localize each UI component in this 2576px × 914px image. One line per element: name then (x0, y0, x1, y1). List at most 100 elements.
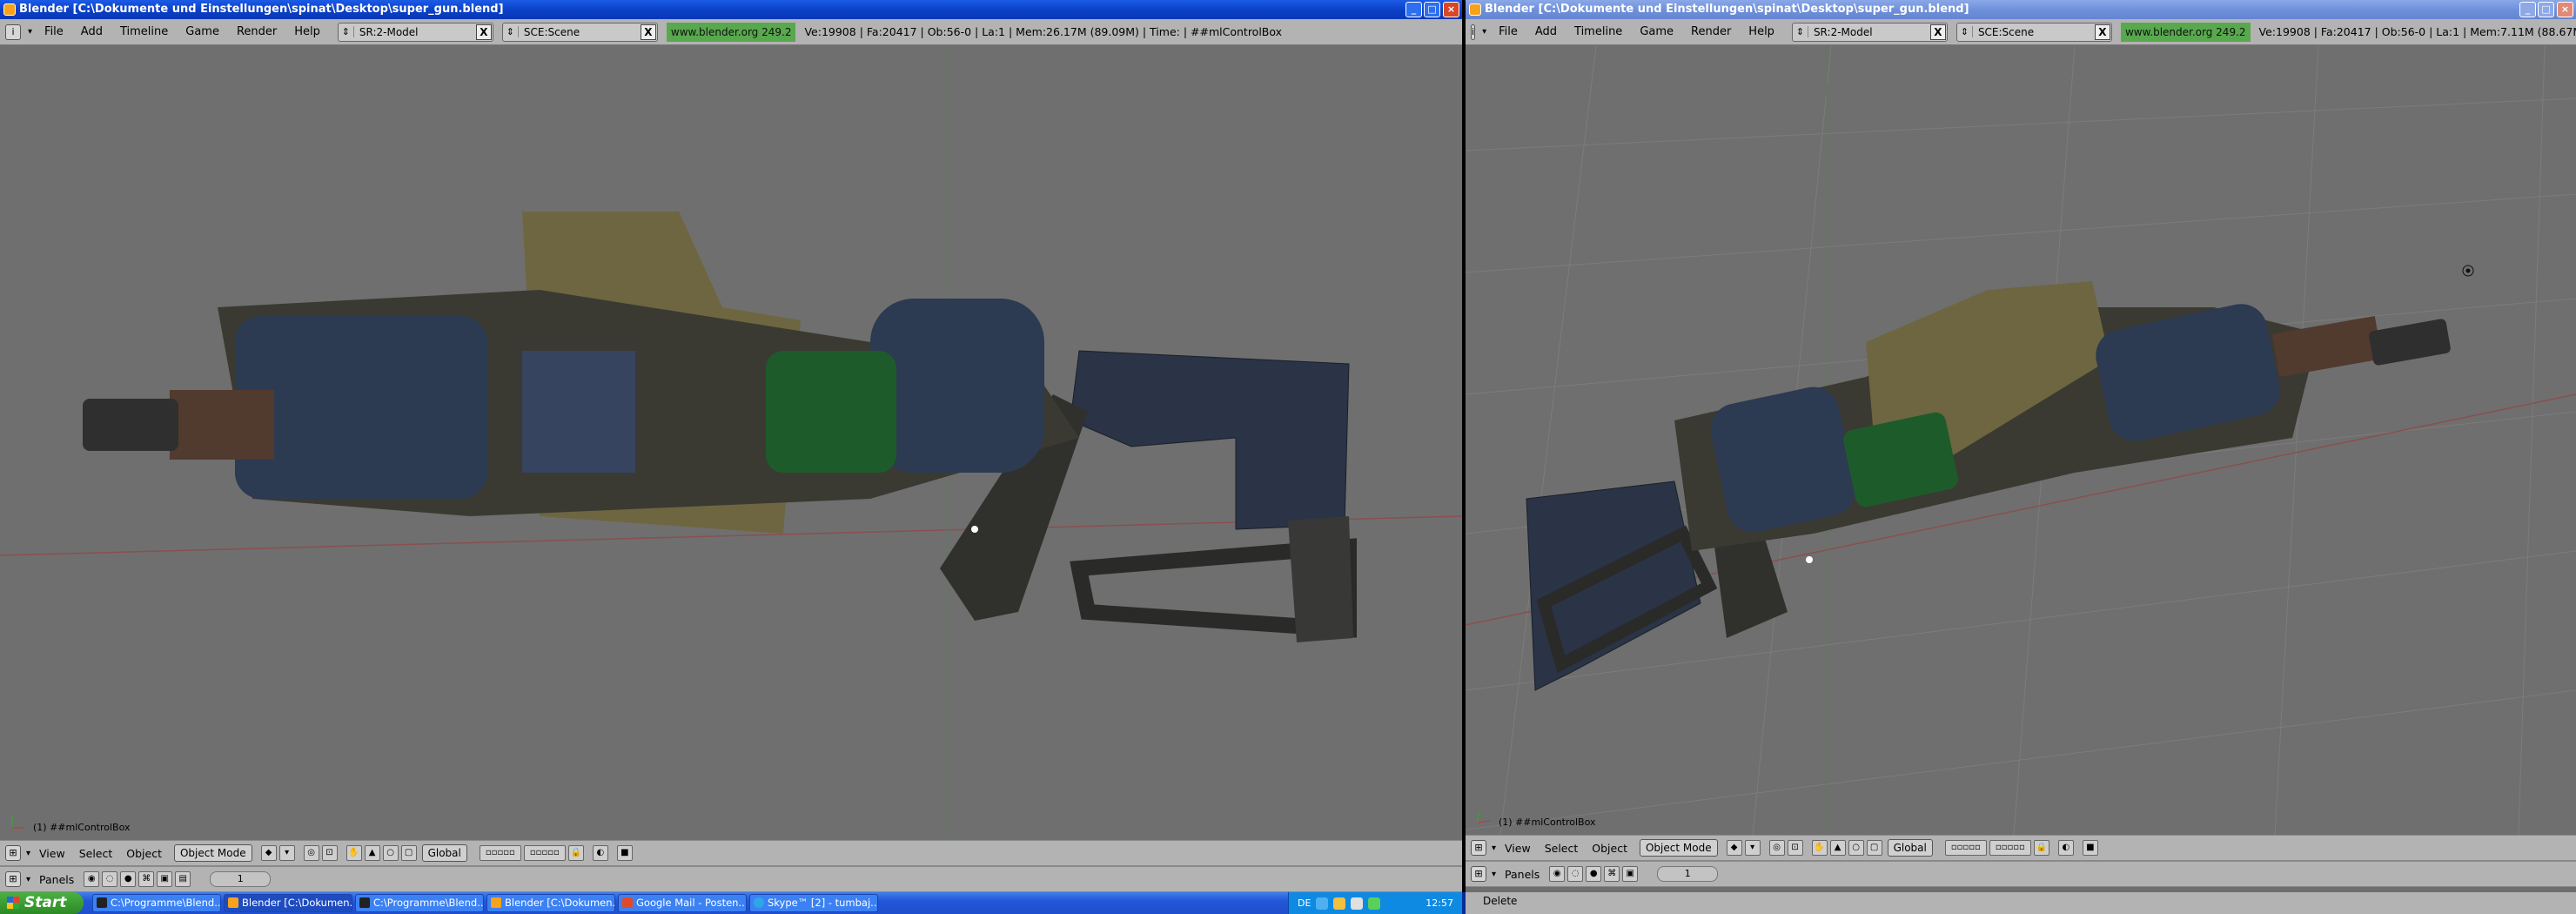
volume-icon[interactable] (1351, 897, 1364, 910)
render-preview-icon[interactable]: ◐ (2057, 840, 2074, 856)
network-icon[interactable] (1316, 897, 1329, 910)
collapse-buttons-icon[interactable]: ▾ (24, 875, 32, 884)
skype-tray-icon[interactable] (1368, 897, 1381, 910)
ogl-render-icon[interactable]: ■ (2082, 840, 2098, 856)
frame-field[interactable]: 1 (1657, 866, 1719, 882)
lock-icon[interactable]: 🔒 (2033, 840, 2049, 856)
language-indicator[interactable]: DE (1298, 897, 1311, 909)
delete-screen-button[interactable]: X (1929, 24, 1946, 40)
menu-view[interactable]: View (32, 847, 72, 860)
scene-context-icon[interactable]: ▤ (175, 871, 191, 887)
editing-context-icon[interactable]: ▣ (1622, 866, 1639, 882)
menu-render[interactable]: Render (228, 19, 285, 45)
translate-icon[interactable]: ▲ (364, 845, 380, 861)
render-preview-icon[interactable]: ◐ (592, 845, 608, 861)
layers-row-2[interactable]: ▫▫▫▫▫ (1989, 840, 2031, 856)
task-item[interactable]: C:\Programme\Blend... (355, 894, 484, 912)
close-button[interactable]: × (2557, 2, 2573, 17)
shading-context-icon[interactable]: ● (120, 871, 137, 887)
lock-icon[interactable]: 🔒 (567, 845, 584, 861)
orientation-selector[interactable]: Global (1887, 839, 1933, 857)
collapse-header-icon[interactable]: ▾ (24, 849, 32, 858)
maximize-button[interactable]: □ (1424, 2, 1440, 17)
object-context-icon[interactable]: ⌘ (1604, 866, 1620, 882)
3d-viewport[interactable]: (1) ##mlControlBox (1466, 46, 2576, 835)
menu-file[interactable]: File (1490, 19, 1526, 45)
screen-browse-icon[interactable]: ⇕ (339, 26, 354, 37)
object-context-icon[interactable]: ⌘ (138, 871, 155, 887)
menu-help[interactable]: Help (285, 19, 329, 45)
ogl-render-icon[interactable]: ■ (616, 845, 633, 861)
clock[interactable]: 12:57 (1426, 897, 1453, 909)
pivot-icon[interactable]: ▾ (1744, 840, 1761, 856)
shading-context-icon[interactable]: ● (1586, 866, 1602, 882)
scene-browse-icon[interactable]: ⇕ (503, 26, 519, 37)
mode-selector[interactable]: Object Mode (173, 844, 252, 862)
frame-field[interactable]: 1 (210, 871, 272, 887)
scene-selector[interactable]: ⇕ SCE:Scene X (1955, 22, 2112, 42)
translate-icon[interactable]: ▲ (1829, 840, 1846, 856)
menu-game[interactable]: Game (177, 19, 228, 45)
security-icon[interactable] (1333, 897, 1346, 910)
task-item[interactable]: Google Mail - Posten... (618, 894, 747, 912)
draw-type-icon[interactable]: ◆ (1726, 840, 1742, 856)
screen-selector[interactable]: ⇕ SR:2-Model X (1791, 22, 1948, 42)
task-item[interactable]: Skype™ [2] - tumbaj... (749, 894, 878, 912)
menu-object[interactable]: Object (119, 847, 169, 860)
orientation-selector[interactable]: Global (421, 844, 467, 862)
screen-selector[interactable]: ⇕ SR:2-Model X (337, 22, 493, 42)
delete-screen-button[interactable]: X (475, 24, 492, 40)
pivot-icon[interactable]: ▾ (278, 845, 295, 861)
layers-row-1[interactable]: ▫▫▫▫▫ (1944, 840, 1987, 856)
menu-panels[interactable]: Panels (32, 873, 81, 886)
script-context-icon[interactable]: ◌ (102, 871, 118, 887)
delete-button[interactable]: Delete (1483, 895, 1517, 907)
snap-icon[interactable]: ⊡ (1787, 840, 1803, 856)
scene-selector[interactable]: ⇕ SCE:Scene X (501, 22, 658, 42)
menu-panels[interactable]: Panels (1498, 868, 1546, 881)
menu-select[interactable]: Select (72, 847, 120, 860)
manipulator-hand-icon[interactable]: ✋ (345, 845, 362, 861)
close-button[interactable]: × (1443, 2, 1459, 17)
screen-browse-icon[interactable]: ⇕ (1793, 26, 1808, 37)
scale-icon[interactable]: ▢ (400, 845, 417, 861)
scene-browse-icon[interactable]: ⇕ (1957, 26, 1973, 37)
menu-timeline[interactable]: Timeline (1566, 19, 1631, 45)
layers-row-1[interactable]: ▫▫▫▫▫ (479, 845, 521, 861)
info-editor-icon[interactable]: i (5, 24, 21, 40)
collapse-buttons-icon[interactable]: ▾ (1490, 870, 1498, 879)
collapse-menu-icon[interactable]: ▾ (24, 19, 36, 45)
start-button[interactable]: Start (0, 892, 84, 914)
menu-timeline[interactable]: Timeline (111, 19, 177, 45)
menu-select[interactable]: Select (1538, 842, 1586, 855)
proportional-icon[interactable]: ◎ (1768, 840, 1785, 856)
blender-weblink[interactable]: www.blender.org 249.2 (2120, 22, 2251, 42)
rotate-icon[interactable]: ○ (382, 845, 399, 861)
task-item[interactable]: Blender [C:\Dokumen... (486, 894, 615, 912)
delete-scene-button[interactable]: X (640, 24, 656, 40)
minimize-button[interactable]: _ (2519, 2, 2536, 17)
layers-row-2[interactable]: ▫▫▫▫▫ (523, 845, 566, 861)
menu-game[interactable]: Game (1631, 19, 1682, 45)
menu-file[interactable]: File (36, 19, 72, 45)
maximize-button[interactable]: □ (2538, 2, 2554, 17)
draw-type-icon[interactable]: ◆ (260, 845, 277, 861)
manipulator-hand-icon[interactable]: ✋ (1811, 840, 1828, 856)
logic-context-icon[interactable]: ◉ (1549, 866, 1566, 882)
editing-context-icon[interactable]: ▣ (157, 871, 173, 887)
menu-add[interactable]: Add (72, 19, 111, 45)
info-editor-icon[interactable]: i (1471, 24, 1476, 40)
logic-context-icon[interactable]: ◉ (84, 871, 100, 887)
collapse-header-icon[interactable]: ▾ (1490, 843, 1498, 853)
menu-render[interactable]: Render (1682, 19, 1740, 45)
editor-type-icon[interactable]: ⊞ (5, 845, 21, 861)
menu-view[interactable]: View (1498, 842, 1538, 855)
blender-weblink[interactable]: www.blender.org 249.2 (666, 22, 796, 42)
menu-object[interactable]: Object (1585, 842, 1634, 855)
task-item[interactable]: C:\Programme\Blend... (92, 894, 221, 912)
menu-help[interactable]: Help (1740, 19, 1783, 45)
proportional-icon[interactable]: ◎ (303, 845, 319, 861)
task-item[interactable]: Blender [C:\Dokumen... (224, 894, 352, 912)
scale-icon[interactable]: ▢ (1866, 840, 1882, 856)
menu-add[interactable]: Add (1526, 19, 1566, 45)
